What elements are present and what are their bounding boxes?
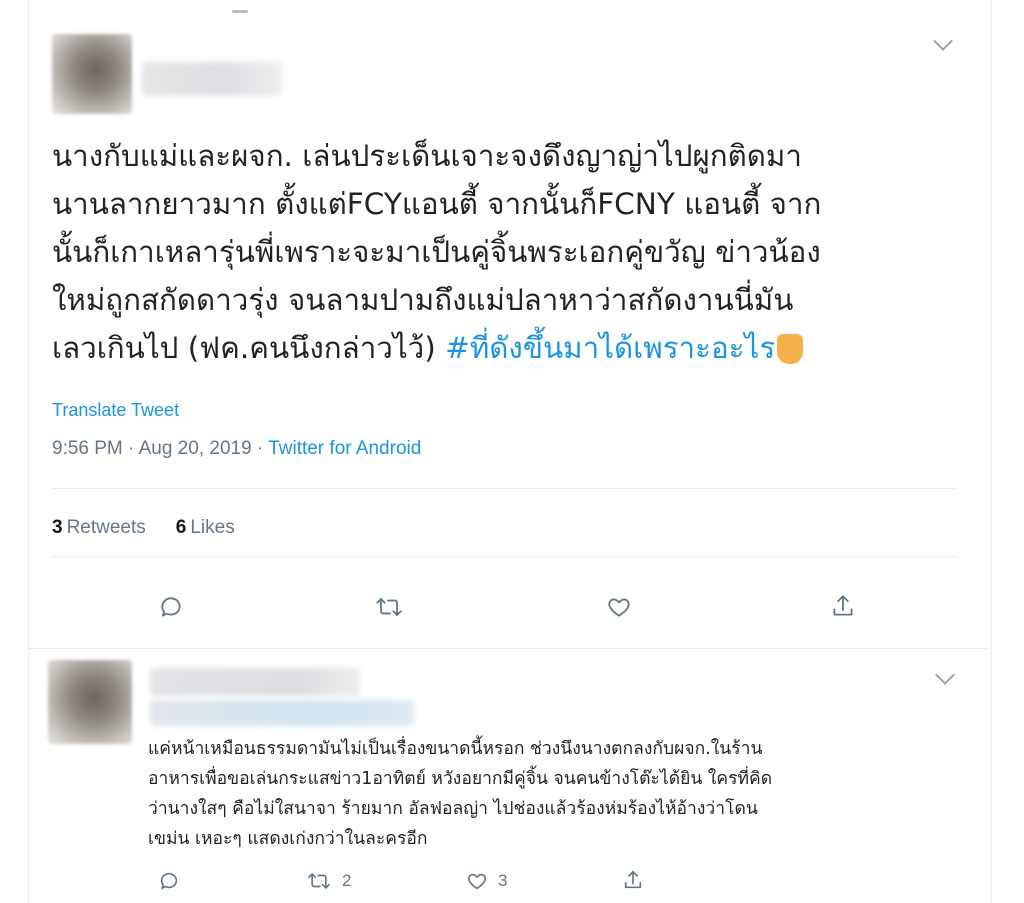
reply-text-line: อาหารเพื่อขอเล่นกระแสข่าว1อาทิตย์ หวังอย… (148, 769, 773, 789)
reply-retweet-button[interactable]: 2 (306, 870, 351, 892)
retweets-count: 3 (52, 517, 63, 538)
divider (28, 648, 990, 649)
reply-icon (160, 872, 178, 890)
translate-tweet-link[interactable]: Translate Tweet (52, 400, 179, 421)
hashtag-link[interactable]: #ที่ดังขึ้นมาได้เพราะอะไร (445, 331, 775, 365)
like-icon (467, 873, 487, 890)
reply-text-line: แค่หน้าเหมือนธรรมดามันไม่เป็นเรื่องขนาดน… (148, 739, 763, 759)
like-icon (608, 598, 630, 617)
engagement-stats: 3 Retweets 6 Likes (52, 517, 235, 539)
tweet-text: นางกับแม่และผจก. เล่นประเด็นเจาะจงดึงญาญ… (52, 132, 932, 372)
reply-author-handle-redacted (150, 700, 414, 726)
likes-count: 6 (175, 517, 187, 538)
reply-button[interactable] (158, 594, 184, 620)
divider (52, 556, 958, 557)
reply-share-button[interactable] (622, 868, 644, 892)
tweet-meta: 9:56 PM · Aug 20, 2019 · Twitter for And… (52, 438, 421, 460)
reply-text-line: เขม่น เหอะๆ แสดงเก่งกว่าในละครอีก (148, 829, 428, 849)
reply-text: แค่หน้าเหมือนธรรมดามันไม่เป็นเรื่องขนาดน… (148, 734, 968, 854)
reply-icon (161, 597, 181, 617)
likes-label: Likes (190, 517, 235, 538)
retweet-icon (308, 873, 330, 889)
reply-retweet-count: 2 (342, 871, 352, 890)
divider (52, 488, 958, 489)
tweet-text-line: เลวเกินไป (ฟค.คนนึงกล่าวไว้) #ที่ดังขึ้น… (52, 324, 932, 372)
retweets-label: Retweets (66, 517, 146, 538)
tweet-timestamp[interactable]: 9:56 PM · Aug 20, 2019 · (52, 438, 268, 459)
tweet-text-line: นั้นก็เกาเหลารุ่นพี่เพราะจะมาเป็นคู่จิ้น… (52, 235, 821, 269)
reply-reply-button[interactable] (158, 870, 180, 892)
reply-author-name-redacted (150, 668, 360, 696)
tweet-text-line: นางกับแม่และผจก. เล่นประเด็นเจาะจงดึงญาญ… (52, 139, 802, 173)
reply-like-button[interactable]: 3 (466, 870, 507, 892)
top-divider-mark (232, 10, 248, 13)
retweet-button[interactable] (374, 594, 404, 620)
reply-text-line: ว่านางใสๆ คือไม่ใสนาจา ร้ายมาก อัลฟอลญ่า… (148, 799, 758, 819)
tweet-text-last: เลวเกินไป (ฟค.คนนึงกล่าวไว้) (52, 331, 446, 365)
author-name-redacted (142, 62, 282, 96)
share-icon (624, 870, 642, 889)
retweet-icon (376, 598, 402, 616)
tweet-source-link[interactable]: Twitter for Android (268, 438, 421, 459)
retweets-stat[interactable]: 3 Retweets (52, 517, 146, 538)
avatar[interactable] (52, 34, 132, 114)
tweet-text-line: นานลากยาวมาก ตั้งแต่FCYแอนตี้ จากนั้นก็F… (52, 187, 822, 221)
reply-avatar[interactable] (48, 660, 132, 744)
share-button[interactable] (830, 592, 856, 620)
likes-stat[interactable]: 6 Likes (176, 517, 235, 538)
tweet-text-line: ใหม่ถูกสกัดดาวรุ่ง จนลามปามถึงแม่ปลาหาว่… (52, 283, 794, 317)
thumbs-down-emoji (777, 334, 804, 364)
reply-like-count: 3 (498, 871, 508, 890)
share-icon (833, 595, 853, 616)
like-button[interactable] (606, 594, 632, 620)
